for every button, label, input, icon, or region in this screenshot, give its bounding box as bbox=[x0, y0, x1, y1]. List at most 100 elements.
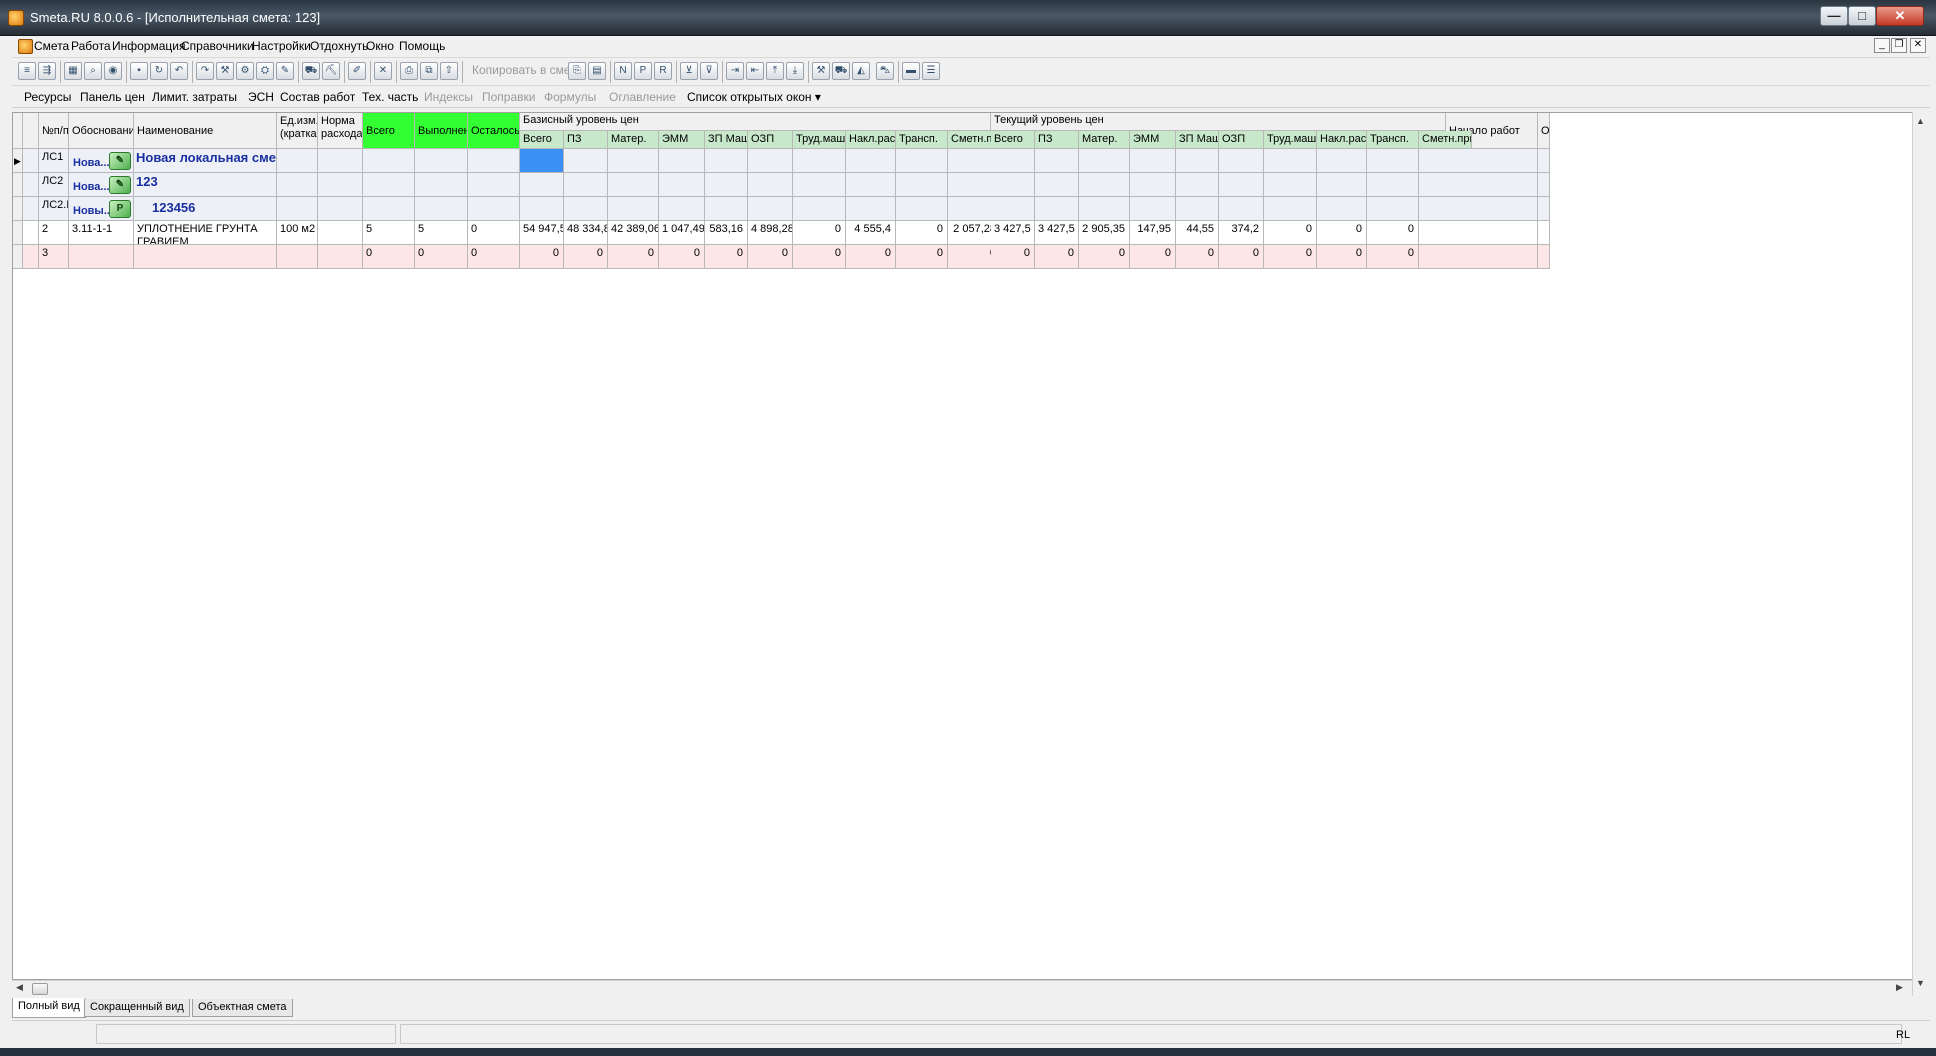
header-unit[interactable]: Ед.изм. (краткая bbox=[277, 113, 318, 149]
ls-row-1-price-0-7[interactable] bbox=[846, 173, 896, 197]
tab-object-estimate[interactable]: Объектная смета bbox=[192, 999, 293, 1017]
find-icon[interactable]: ⌕ bbox=[84, 62, 102, 80]
base-price-header-7[interactable]: Накл.расх. bbox=[846, 131, 896, 149]
tab-popravki[interactable]: Поправки bbox=[482, 90, 535, 104]
ls-row-1-price-1-5[interactable] bbox=[1219, 173, 1264, 197]
ls-row-0-price-1-8[interactable] bbox=[1367, 149, 1419, 173]
row-3-num[interactable]: 3 bbox=[39, 245, 69, 269]
ls-row-0-start[interactable] bbox=[1446, 149, 1538, 173]
base-price-header-4[interactable]: ЗП Маш. bbox=[705, 131, 748, 149]
minimize-button[interactable]: — bbox=[1820, 6, 1848, 26]
delete-icon[interactable]: ✕ bbox=[374, 62, 392, 80]
tab-limit-zatraty[interactable]: Лимит. затраты bbox=[152, 90, 237, 104]
scroll-thumb[interactable] bbox=[32, 983, 48, 995]
header-left[interactable]: Осталось bbox=[468, 113, 520, 149]
ls-row-2-norm[interactable] bbox=[318, 197, 363, 221]
ls-row-1-price-0-0[interactable] bbox=[520, 173, 564, 197]
row-2-base-8[interactable]: 0 bbox=[896, 221, 948, 245]
ls-row-1-price-0-4[interactable] bbox=[705, 173, 748, 197]
tab-formuly[interactable]: Формулы bbox=[544, 90, 596, 104]
maximize-button[interactable]: □ bbox=[1848, 6, 1876, 26]
hammer-icon[interactable]: ⚒ bbox=[812, 62, 830, 80]
row-2-current-1[interactable]: 3 427,5 bbox=[1035, 221, 1079, 245]
tab-short-view[interactable]: Сокращенный вид bbox=[84, 999, 190, 1017]
menu-smeta[interactable]: Смета bbox=[34, 39, 69, 53]
ls-row-1-price-1-2[interactable] bbox=[1079, 173, 1130, 197]
ls-row-2-basis[interactable]: Новы... P bbox=[69, 197, 134, 221]
save-icon[interactable]: ▪ bbox=[130, 62, 148, 80]
mdi-minimize-icon[interactable]: _ bbox=[1874, 38, 1890, 53]
tool-d-icon[interactable]: ✎ bbox=[276, 62, 294, 80]
current-price-header-9[interactable]: Сметн.приб bbox=[1419, 131, 1472, 149]
menu-pomosch[interactable]: Помощь bbox=[399, 39, 445, 53]
scroll-right-icon[interactable]: ▶ bbox=[1896, 982, 1903, 993]
row-2-name[interactable]: УПЛОТНЕНИЕ ГРУНТА ГРАВИЕМ bbox=[134, 221, 277, 245]
local-estimate-icon[interactable]: ✎ bbox=[109, 176, 131, 194]
row-3-name[interactable] bbox=[134, 245, 277, 269]
row-2-current-7[interactable]: 0 bbox=[1317, 221, 1367, 245]
redo-icon[interactable]: ↷ bbox=[196, 62, 214, 80]
ls-row-2-price-1-0[interactable] bbox=[991, 197, 1035, 221]
header-extra[interactable]: О bbox=[1538, 113, 1550, 149]
refresh-icon[interactable]: ↻ bbox=[150, 62, 168, 80]
ls-row-1-basis[interactable]: Нова... ✎ bbox=[69, 173, 134, 197]
row-3-base-0[interactable]: 0 bbox=[520, 245, 564, 269]
base-price-header-2[interactable]: Матер. bbox=[608, 131, 659, 149]
header-norm[interactable]: Норма расхода bbox=[318, 113, 363, 149]
mdi-close-icon[interactable]: ✕ bbox=[1910, 38, 1926, 53]
menu-rabota[interactable]: Работа bbox=[71, 39, 111, 53]
tool-a-icon[interactable]: ⚒ bbox=[216, 62, 234, 80]
row-2-unit[interactable]: 100 м2 bbox=[277, 221, 318, 245]
base-price-header-8[interactable]: Трансп. bbox=[896, 131, 948, 149]
base-price-header-3[interactable]: ЭММ bbox=[659, 131, 705, 149]
ls-row-1-start[interactable] bbox=[1446, 173, 1538, 197]
ls-row-2-price-1-3[interactable] bbox=[1130, 197, 1176, 221]
ls-row-1-price-1-3[interactable] bbox=[1130, 173, 1176, 197]
tab-sostav-rabot[interactable]: Состав работ bbox=[280, 90, 355, 104]
row-2-basis[interactable]: 3.11-1-1 bbox=[69, 221, 134, 245]
row-3-current-1[interactable]: 0 bbox=[1035, 245, 1079, 269]
menu-nastroyki[interactable]: Настройки bbox=[252, 39, 311, 53]
header-name[interactable]: Наименование bbox=[134, 113, 277, 149]
ls-basis-link[interactable]: Нова... bbox=[73, 181, 110, 194]
row-2-current-4[interactable]: 44,55 bbox=[1176, 221, 1219, 245]
row-3-current-3[interactable]: 0 bbox=[1130, 245, 1176, 269]
ls-row-2-price-1-5[interactable] bbox=[1219, 197, 1264, 221]
ls-row-0-norm[interactable] bbox=[318, 149, 363, 173]
open-windows-dropdown[interactable]: Список открытых окон ▾ bbox=[687, 90, 821, 104]
header-num[interactable]: №п/п bbox=[39, 113, 69, 149]
row-2-left[interactable]: 0 bbox=[468, 221, 520, 245]
row-2-base-0[interactable]: 54 947,51 bbox=[520, 221, 564, 245]
row-2-base-5[interactable]: 4 898,28 bbox=[748, 221, 793, 245]
ls-row-1-price-1-6[interactable] bbox=[1264, 173, 1317, 197]
ls-row-1-name[interactable]: 123 bbox=[134, 173, 277, 197]
ls-row-0-price-0-3[interactable] bbox=[659, 149, 705, 173]
ls-row-0-price-1-2[interactable] bbox=[1079, 149, 1130, 173]
horizontal-scrollbar[interactable]: ◀ ▶ bbox=[12, 980, 1912, 996]
selected-cell[interactable] bbox=[520, 149, 564, 173]
current-price-header-7[interactable]: Накл.расх. bbox=[1317, 131, 1367, 149]
ls-row-2-price-1-7[interactable] bbox=[1317, 197, 1367, 221]
current-price-header-4[interactable]: ЗП Маш. bbox=[1176, 131, 1219, 149]
row-2-base-3[interactable]: 1 047,49 bbox=[659, 221, 705, 245]
vertical-scrollbar[interactable]: ▲ ▼ bbox=[1912, 112, 1930, 996]
row-2-num[interactable]: 2 bbox=[39, 221, 69, 245]
paste-icon[interactable]: ▤ bbox=[588, 62, 606, 80]
layers-icon[interactable]: ☰ bbox=[922, 62, 940, 80]
ls-row-2-price-0-2[interactable] bbox=[608, 197, 659, 221]
ls-row-2-price-0-1[interactable] bbox=[564, 197, 608, 221]
ls-row-2-price-0-5[interactable] bbox=[748, 197, 793, 221]
menu-informatsiya[interactable]: Информация bbox=[112, 39, 185, 53]
ls-row-2-start[interactable] bbox=[1446, 197, 1538, 221]
ls-row-0-price-0-4[interactable] bbox=[705, 149, 748, 173]
ls-row-2-price-0-3[interactable] bbox=[659, 197, 705, 221]
row-3-start[interactable] bbox=[1446, 245, 1538, 269]
current-price-header-0[interactable]: Всего bbox=[991, 131, 1035, 149]
calc-c-icon[interactable]: R bbox=[654, 62, 672, 80]
ls-row-1-price-1-0[interactable] bbox=[991, 173, 1035, 197]
local-estimate-icon[interactable]: ✎ bbox=[109, 152, 131, 170]
ls-row-0-left[interactable] bbox=[468, 149, 520, 173]
ls-row-2-price-1-1[interactable] bbox=[1035, 197, 1079, 221]
row-2-current-8[interactable]: 0 bbox=[1367, 221, 1419, 245]
row-3-base-8[interactable]: 0 bbox=[896, 245, 948, 269]
